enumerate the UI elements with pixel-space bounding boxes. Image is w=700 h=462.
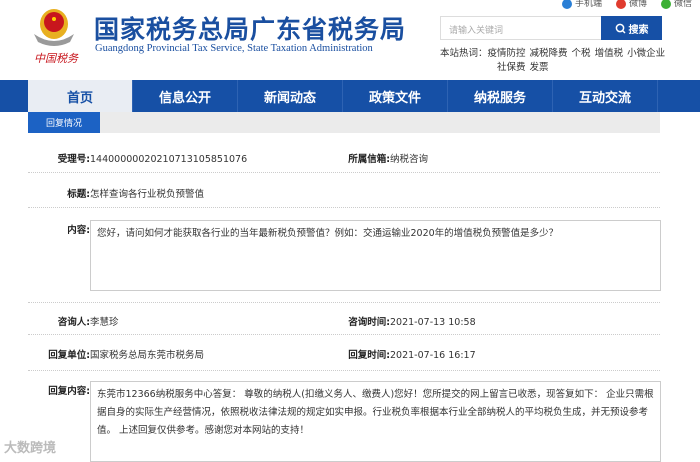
national-emblem-logo: [30, 4, 78, 48]
hot-word[interactable]: 增值税: [595, 48, 624, 59]
divider: [28, 370, 660, 371]
slogan-logo-text: 中国税务: [34, 52, 78, 65]
content-box: 您好，请问如何才能获取各行业的当年最新税负预警值？例如：交通运输业2020年的增…: [90, 220, 661, 291]
nav-interaction[interactable]: 互动交流: [553, 80, 658, 112]
main-nav: 首页 信息公开 新闻动态 政策文件 纳税服务 互动交流: [0, 80, 700, 112]
header-links: 手机端 微博 微信: [561, 0, 692, 9]
content-label: 内容:: [67, 225, 90, 236]
reply-unit-field: 回复单位:国家税务总局东莞市税务局: [48, 350, 205, 361]
reply-label: 回复内容:: [48, 386, 90, 397]
title-field: 标题:怎样查询各行业税负预警值: [67, 189, 205, 200]
watermark: 大数跨境: [4, 441, 57, 456]
accept-no-field: 受理号:14400000020210713105851076: [57, 154, 248, 165]
hot-words: 本站热词：疫情防控 减税降费 个税 增值税 小微企业 社保费 发票: [440, 48, 666, 73]
weibo-icon: [615, 0, 626, 9]
hot-word[interactable]: 发票: [530, 62, 549, 73]
search-icon: [615, 23, 626, 34]
nav-policy[interactable]: 政策文件: [343, 80, 448, 112]
divider: [28, 302, 660, 303]
divider: [28, 334, 660, 335]
reply-box: 东莞市12366纳税服务中心答复： 尊敬的纳税人(扣缴义务人、缴费人)您好！您所…: [90, 381, 661, 462]
search-button[interactable]: 搜索: [601, 16, 662, 40]
wechat-icon: [660, 0, 671, 9]
nav-home[interactable]: 首页: [28, 80, 133, 112]
hot-word[interactable]: 个税: [572, 48, 591, 59]
divider: [28, 172, 660, 173]
site-title[interactable]: 国家税务总局广东省税务局: [94, 10, 406, 46]
wechat-link[interactable]: 微信: [660, 0, 692, 9]
nav-news[interactable]: 新闻动态: [238, 80, 343, 112]
mailbox-field: 所属信箱:纳税咨询: [348, 154, 429, 165]
ask-time-field: 咨询时间:2021-07-13 10:58: [348, 317, 476, 328]
nav-info-public[interactable]: 信息公开: [133, 80, 238, 112]
subnav-bar: [28, 112, 660, 133]
asker-field: 咨询人:李慧珍: [57, 317, 119, 328]
tab-reply-status[interactable]: 回复情况: [28, 112, 100, 133]
mobile-link[interactable]: 手机端: [561, 0, 602, 9]
hot-word[interactable]: 小微企业: [627, 48, 665, 59]
phone-icon: [561, 0, 572, 9]
hot-word[interactable]: 减税降费: [530, 48, 568, 59]
nav-tax-service[interactable]: 纳税服务: [448, 80, 553, 112]
reply-time-field: 回复时间:2021-07-16 16:17: [348, 350, 476, 361]
hot-word[interactable]: 疫情防控: [488, 48, 526, 59]
weibo-link[interactable]: 微博: [615, 0, 647, 9]
site-subtitle: Guangdong Provincial Tax Service, State …: [95, 43, 373, 54]
divider: [28, 207, 660, 208]
hot-word[interactable]: 社保费: [497, 62, 526, 73]
